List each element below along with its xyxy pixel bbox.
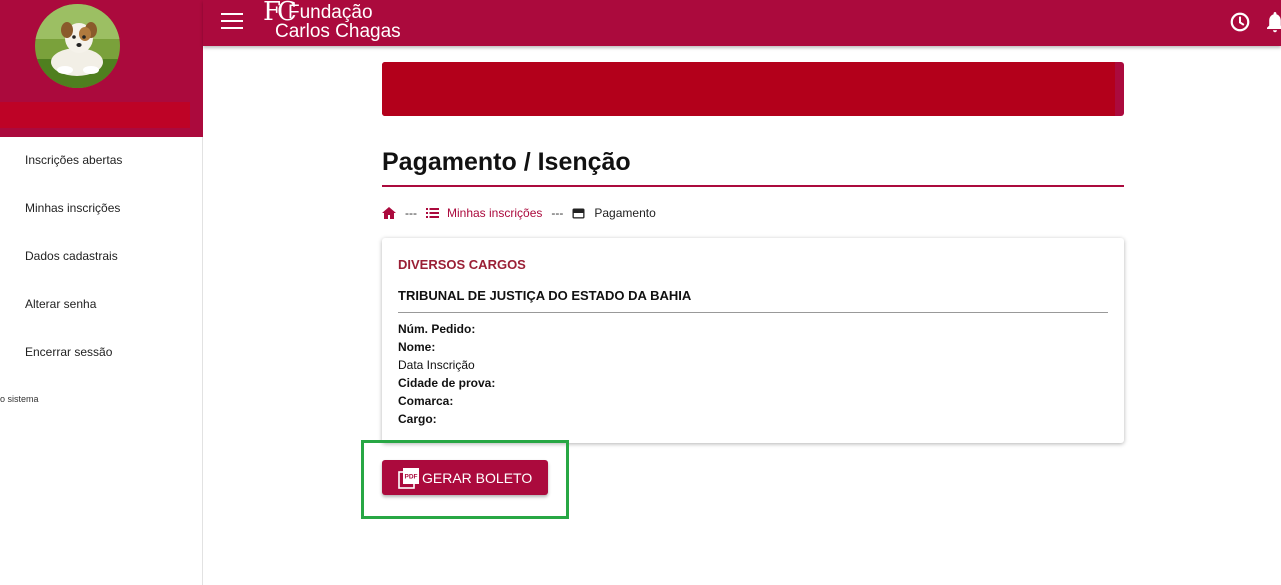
breadcrumb-link-minhas-inscricoes[interactable]: Minhas inscrições bbox=[447, 206, 542, 220]
page-title: Pagamento / Isenção bbox=[382, 148, 631, 176]
home-icon[interactable] bbox=[382, 207, 396, 219]
card-divider bbox=[398, 312, 1108, 313]
sidebar-item-alterar-senha[interactable]: Alterar senha bbox=[0, 280, 203, 328]
sidebar-profile-header bbox=[0, 0, 203, 137]
sidebar-item-label: Inscrições abertas bbox=[25, 153, 123, 167]
card-cargo-title: DIVERSOS CARGOS bbox=[398, 257, 526, 272]
field-comarca: Comarca: bbox=[398, 394, 454, 408]
sidebar-item-dados-cadastrais[interactable]: Dados cadastrais bbox=[0, 232, 203, 280]
field-num-pedido: Núm. Pedido: bbox=[398, 322, 476, 336]
clock-icon[interactable] bbox=[1229, 11, 1251, 33]
bell-icon[interactable] bbox=[1266, 10, 1281, 34]
svg-text:PDF: PDF bbox=[405, 473, 418, 480]
sidebar: Inscrições abertas Minhas inscrições Dad… bbox=[0, 0, 203, 585]
title-divider bbox=[382, 185, 1124, 187]
sidebar-item-label: Encerrar sessão bbox=[25, 345, 113, 359]
user-name bbox=[0, 102, 190, 128]
generate-boleto-label: GERAR BOLETO bbox=[422, 469, 533, 486]
breadcrumb: --- Minhas inscrições --- Pagamento bbox=[382, 205, 656, 221]
alert-banner-fill bbox=[382, 62, 1115, 116]
field-data-inscricao: Data Inscrição bbox=[398, 358, 475, 372]
avatar bbox=[35, 4, 120, 88]
registration-card: DIVERSOS CARGOS TRIBUNAL DE JUSTIÇA DO E… bbox=[382, 238, 1124, 443]
sidebar-item-inscricoes-abertas[interactable]: Inscrições abertas bbox=[0, 136, 203, 184]
field-cargo: Cargo: bbox=[398, 412, 437, 426]
fcc-logo[interactable]: FC Fundação Carlos Chagas bbox=[263, 0, 463, 46]
logo-text-line2: Carlos Chagas bbox=[275, 21, 401, 42]
card-organization: TRIBUNAL DE JUSTIÇA DO ESTADO DA BAHIA bbox=[398, 288, 692, 303]
field-cidade-prova: Cidade de prova: bbox=[398, 376, 496, 390]
list-icon bbox=[426, 208, 439, 218]
breadcrumb-separator: --- bbox=[551, 206, 564, 220]
sidebar-item-label: Alterar senha bbox=[25, 297, 97, 311]
alert-banner bbox=[382, 62, 1124, 116]
sidebar-item-encerrar-sessao[interactable]: Encerrar sessão bbox=[0, 328, 203, 376]
breadcrumb-current: Pagamento bbox=[594, 206, 656, 220]
credit-card-icon bbox=[572, 208, 585, 218]
menu-icon[interactable] bbox=[221, 13, 243, 31]
generate-boleto-button[interactable]: PDF GERAR BOLETO bbox=[382, 460, 548, 495]
sidebar-item-minhas-inscricoes[interactable]: Minhas inscrições bbox=[0, 184, 203, 232]
sidebar-item-label: Dados cadastrais bbox=[25, 249, 118, 263]
sidebar-footer-text: o sistema bbox=[0, 394, 39, 404]
sidebar-item-label: Minhas inscrições bbox=[25, 201, 121, 215]
breadcrumb-separator: --- bbox=[405, 206, 417, 220]
field-nome: Nome: bbox=[398, 340, 436, 354]
pdf-icon: PDF bbox=[398, 467, 419, 489]
top-app-bar: FC Fundação Carlos Chagas bbox=[203, 0, 1281, 46]
